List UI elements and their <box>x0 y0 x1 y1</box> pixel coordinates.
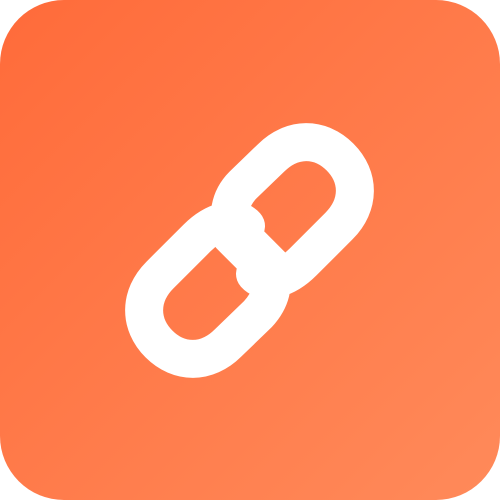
link-icon <box>125 123 374 378</box>
app-icon-tile[interactable] <box>0 0 500 500</box>
